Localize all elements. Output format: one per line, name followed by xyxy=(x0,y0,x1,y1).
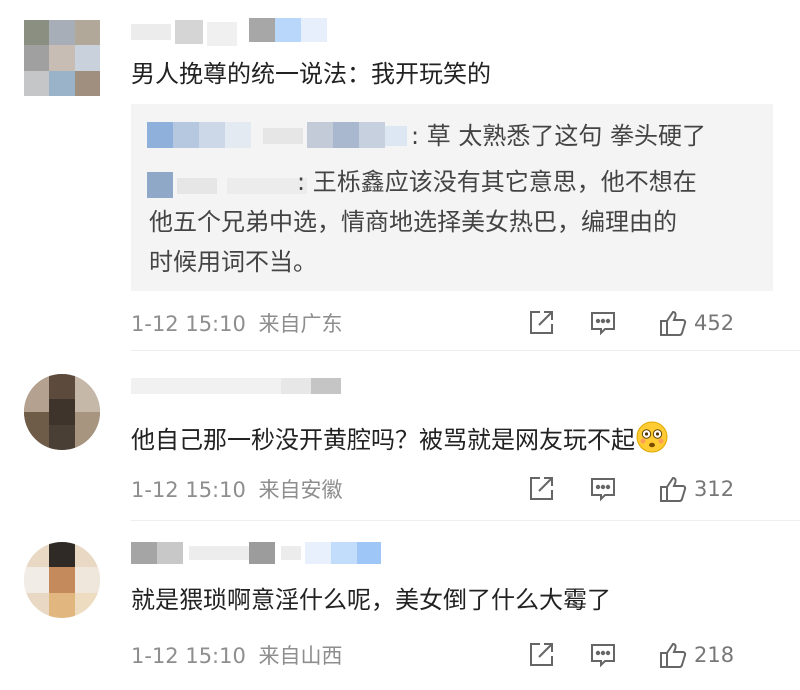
comment-item: 他自己那一秒没开黄腔吗？被骂就是网友玩不起 1-12 15:10 来自安徽 31… xyxy=(0,352,800,521)
reply-item[interactable]: : 草 太熟悉了这句 拳头硬了 xyxy=(131,114,773,156)
like-count: 452 xyxy=(694,311,735,335)
avatar[interactable] xyxy=(24,374,100,450)
comment-meta: 1-12 15:10 来自安徽 xyxy=(131,476,343,504)
thumbs-up-icon[interactable] xyxy=(658,640,688,670)
comment-text: 男人挽尊的统一说法：我开玩笑的 xyxy=(131,60,491,88)
like-count: 312 xyxy=(694,477,735,501)
location: 来自广东 xyxy=(258,312,343,336)
reply-text: : 王栎鑫应该没有其它意思，他不想在 xyxy=(297,168,697,196)
share-icon[interactable] xyxy=(526,308,556,338)
like-count: 218 xyxy=(694,643,735,667)
comment-meta: 1-12 15:10 来自山西 xyxy=(131,642,343,670)
avatar[interactable] xyxy=(24,20,100,96)
reply-text: 时候用词不当。 xyxy=(149,248,317,276)
comment-icon[interactable] xyxy=(588,474,618,504)
comment-item: 就是猥琐啊意淫什么呢，美女倒了什么大霉了 1-12 15:10 来自山西 218 xyxy=(0,522,800,690)
location: 来自山西 xyxy=(258,644,343,668)
share-icon[interactable] xyxy=(526,640,556,670)
avatar[interactable] xyxy=(24,542,100,618)
divider xyxy=(131,350,800,351)
reply-item[interactable]: : 王栎鑫应该没有其它意思，他不想在 他五个兄弟中选，情商地选择美女热巴，编理由… xyxy=(131,162,773,286)
comment-text: 就是猥琐啊意淫什么呢，美女倒了什么大霉了 xyxy=(131,586,611,614)
reply-text: : 草 太熟悉了这句 拳头硬了 xyxy=(411,122,706,150)
comment-actions: 218 xyxy=(526,640,776,672)
reply-text: 他五个兄弟中选，情商地选择美女热巴，编理由的 xyxy=(149,208,677,236)
comment-actions: 312 xyxy=(526,474,776,506)
comment-actions: 452 xyxy=(526,308,776,340)
comment-item: 男人挽尊的统一说法：我开玩笑的 : 草 太熟悉了这句 拳头硬了 : 王栎鑫应该没… xyxy=(0,0,800,351)
timestamp: 1-12 15:10 xyxy=(131,644,246,668)
thumbs-up-icon[interactable] xyxy=(658,474,688,504)
timestamp: 1-12 15:10 xyxy=(131,312,246,336)
comment-text: 他自己那一秒没开黄腔吗？被骂就是网友玩不起 xyxy=(131,420,669,456)
comment-icon[interactable] xyxy=(588,640,618,670)
share-icon[interactable] xyxy=(526,474,556,504)
reply-username-blurred[interactable] xyxy=(147,122,417,148)
comment-icon[interactable] xyxy=(588,308,618,338)
reply-username-blurred[interactable] xyxy=(147,172,317,198)
reply-thread[interactable]: : 草 太熟悉了这句 拳头硬了 : 王栎鑫应该没有其它意思，他不想在 他五个兄弟… xyxy=(131,104,773,291)
username-blurred[interactable] xyxy=(131,540,381,566)
comment-meta: 1-12 15:10 来自广东 xyxy=(131,310,343,338)
thumbs-up-icon[interactable] xyxy=(658,308,688,338)
flushed-emoji-icon xyxy=(635,420,669,454)
username-blurred[interactable] xyxy=(131,14,341,46)
location: 来自安徽 xyxy=(258,478,343,502)
divider xyxy=(131,520,800,521)
username-blurred[interactable] xyxy=(131,374,351,398)
timestamp: 1-12 15:10 xyxy=(131,478,246,502)
